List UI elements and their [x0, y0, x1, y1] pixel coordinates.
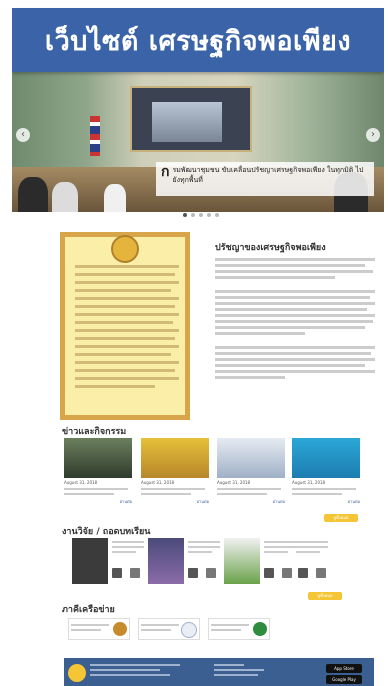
slider-prev-arrow-icon[interactable]: ‹	[16, 128, 30, 142]
meeting-attendee	[52, 182, 78, 212]
hero-caption: ก รมพัฒนาชุมชน ขับเคลื่อนปรัชญาเศรษฐกิจพ…	[156, 162, 374, 196]
download-icon[interactable]	[264, 568, 274, 578]
news-thumbnail	[64, 438, 132, 478]
news-card[interactable]: August 31, 2018 อ่านต่อ	[141, 438, 209, 510]
slider-dot[interactable]	[191, 213, 195, 217]
download-icon[interactable]	[188, 568, 198, 578]
news-section-title: ข่าวและกิจกรรม	[62, 427, 127, 437]
news-date: August 31, 2018	[292, 480, 326, 485]
news-thumbnail	[217, 438, 285, 478]
publications-section-title: งานวิจัย / ถอดบทเรียน	[62, 527, 151, 537]
meeting-attendee	[104, 184, 126, 212]
partners-section-title: ภาคีเครือข่าย	[62, 605, 115, 615]
page: เว็บไซต์ เศรษฐกิจพอเพียง ก รมพัฒนาชุมชน …	[12, 0, 384, 686]
news-read-more[interactable]: อ่านต่อ	[141, 498, 209, 505]
caption-text: รมพัฒนาชุมชน ขับเคลื่อนปรัชญาเศรษฐกิจพอเ…	[172, 166, 364, 184]
slider-dot[interactable]	[183, 213, 187, 217]
partner-logo-icon	[181, 622, 197, 638]
search-icon[interactable]	[316, 568, 326, 578]
news-read-more[interactable]: อ่านต่อ	[64, 498, 132, 505]
meeting-attendee	[18, 177, 48, 212]
news-date: August 31, 2018	[64, 480, 98, 485]
publication-cover[interactable]	[224, 538, 260, 584]
app-store-badge[interactable]: App Store	[326, 664, 362, 673]
partner-card[interactable]	[208, 618, 270, 640]
news-view-all-button[interactable]: ดูทั้งหมด	[324, 514, 358, 522]
thai-flag	[90, 116, 100, 156]
search-icon[interactable]	[282, 568, 292, 578]
partner-card[interactable]	[68, 618, 130, 640]
news-card[interactable]: August 31, 2018 อ่านต่อ	[64, 438, 132, 510]
slider-dots[interactable]	[183, 213, 219, 217]
projector-screen	[130, 86, 252, 152]
publications-view-all-button[interactable]: ดูทั้งหมด	[308, 592, 342, 600]
site-title-banner: เว็บไซต์ เศรษฐกิจพอเพียง	[12, 8, 384, 72]
search-icon[interactable]	[130, 568, 140, 578]
footer-agency-info	[90, 661, 180, 679]
news-date: August 31, 2018	[141, 480, 175, 485]
site-title: เว็บไซต์ เศรษฐกิจพอเพียง	[44, 25, 352, 57]
partner-logo-icon	[113, 622, 127, 636]
footer-links[interactable]	[214, 661, 284, 679]
slider-dot[interactable]	[207, 213, 211, 217]
partner-logo-icon	[253, 622, 267, 636]
agency-logo-icon	[68, 664, 86, 682]
hero-slider[interactable]: ก รมพัฒนาชุมชน ขับเคลื่อนปรัชญาเศรษฐกิจพ…	[12, 72, 384, 212]
news-read-more[interactable]: อ่านต่อ	[292, 498, 360, 505]
search-icon[interactable]	[206, 568, 216, 578]
caption-initial: ก	[161, 164, 170, 180]
publication-cover[interactable]	[148, 538, 184, 584]
partner-card[interactable]	[138, 618, 200, 640]
philosophy-section: ปรัชญาของเศรษฐกิจพอเพียง	[215, 240, 375, 382]
publication-info	[188, 538, 220, 556]
royal-emblem-icon	[111, 235, 139, 263]
news-thumbnail	[141, 438, 209, 478]
publication-info	[264, 538, 296, 556]
philosophy-heading: ปรัชญาของเศรษฐกิจพอเพียง	[215, 243, 326, 253]
google-play-badge[interactable]: Google Play	[326, 675, 362, 684]
site-footer: App Store Google Play	[64, 655, 374, 686]
publication-info	[112, 538, 144, 556]
download-icon[interactable]	[112, 568, 122, 578]
royal-speech-poster	[60, 232, 190, 420]
news-card[interactable]: August 31, 2018 อ่านต่อ	[292, 438, 360, 510]
download-icon[interactable]	[298, 568, 308, 578]
publication-info	[296, 538, 328, 556]
news-thumbnail	[292, 438, 360, 478]
news-read-more[interactable]: อ่านต่อ	[217, 498, 285, 505]
philosophy-body	[215, 258, 375, 379]
news-date: August 31, 2018	[217, 480, 251, 485]
slider-dot[interactable]	[199, 213, 203, 217]
slider-dot[interactable]	[215, 213, 219, 217]
slider-next-arrow-icon[interactable]: ›	[366, 128, 380, 142]
news-card[interactable]: August 31, 2018 อ่านต่อ	[217, 438, 285, 510]
publication-cover[interactable]	[72, 538, 108, 584]
